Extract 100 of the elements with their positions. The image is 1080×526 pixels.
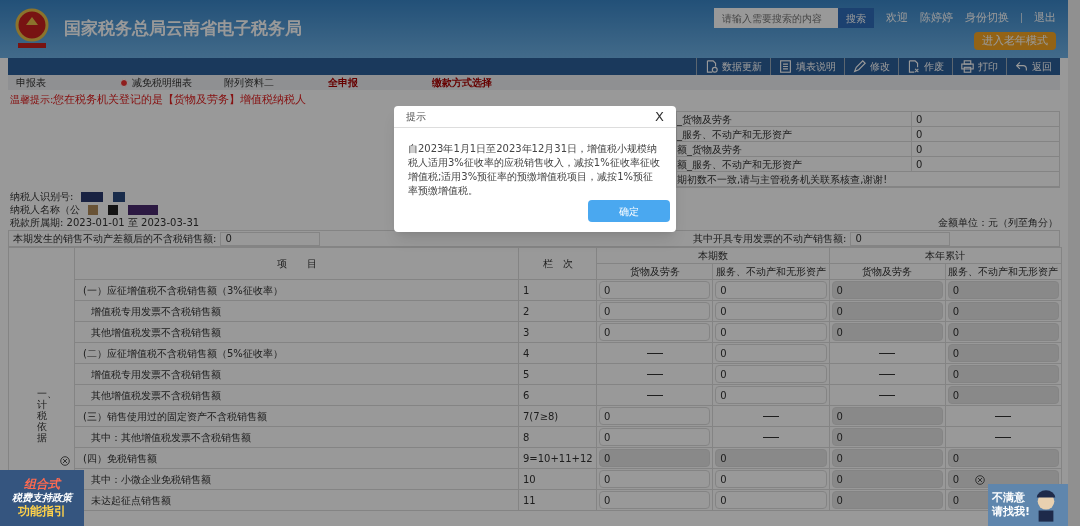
- column-header: 货物及劳务: [596, 263, 713, 280]
- confirm-button[interactable]: 确定: [588, 200, 670, 222]
- back-arrow-icon: [1015, 60, 1028, 73]
- unit-label: 金额单位：元（列至角分）: [938, 217, 1058, 229]
- feedback-widget[interactable]: 不满意 请找我!: [988, 484, 1068, 526]
- column-header: 栏 次: [518, 247, 597, 280]
- item-cell: (三）销售使用过的固定资产不含税销售额: [74, 405, 519, 427]
- amount-field[interactable]: 0: [831, 491, 943, 509]
- item-cell: 增值税专用发票不含税销售额: [74, 300, 519, 322]
- amount-field[interactable]: 0: [715, 281, 827, 299]
- column-header: 本期数: [596, 247, 829, 264]
- amount-field[interactable]: 0: [599, 323, 711, 341]
- amount-field[interactable]: 0: [599, 428, 711, 446]
- notice-text: 温馨提示:您在税务机关登记的是【货物及劳务】增值税纳税人: [10, 93, 308, 107]
- tax-period: 税款所属期: 2023-01-01 至 2023-03-31: [10, 217, 200, 229]
- amount-field[interactable]: 0: [831, 407, 943, 425]
- feedback-text: 不满意: [992, 491, 1026, 505]
- amount-field[interactable]: 0: [599, 281, 711, 299]
- info-value: 0: [911, 157, 1059, 171]
- amount-field[interactable]: 0: [599, 449, 711, 467]
- redacted-id: [81, 192, 126, 202]
- column-header: 服务、不动产和无形资产: [712, 263, 829, 280]
- amount-field[interactable]: 0: [715, 365, 827, 383]
- code-cell: 7(7≥8): [518, 405, 597, 427]
- amount-field[interactable]: 0: [831, 281, 943, 299]
- promo-text: 功能指引: [18, 504, 66, 520]
- dash: [646, 353, 663, 354]
- amount-field[interactable]: 0: [831, 449, 943, 467]
- field-label: 其中开具专用发票的不动产销售额:: [693, 232, 847, 246]
- search-button[interactable]: 搜索: [838, 8, 874, 28]
- header-link[interactable]: 退出: [1034, 9, 1056, 27]
- promo-text: 税费支持政策: [12, 491, 72, 505]
- search-field[interactable]: 请输入需要搜索的内容: [714, 8, 838, 28]
- amount-field[interactable]: 0: [599, 470, 711, 488]
- amount-field[interactable]: 0: [831, 428, 943, 446]
- amount-field[interactable]: 0: [715, 491, 827, 509]
- info-label: 额_服务、不动产和无形资产: [677, 157, 803, 172]
- form-tab[interactable]: 减免税明细表: [112, 75, 216, 90]
- amount-field[interactable]: 0: [947, 323, 1059, 341]
- amount-field[interactable]: 0: [850, 231, 951, 246]
- code-cell: 1: [518, 279, 597, 301]
- close-circle-icon[interactable]: [60, 456, 70, 466]
- dash: [762, 416, 779, 417]
- amount-field[interactable]: 0: [831, 323, 943, 341]
- amount-field[interactable]: 0: [599, 302, 711, 320]
- item-cell: (四）免税销售额: [74, 447, 519, 469]
- amount-field[interactable]: 0: [947, 449, 1059, 467]
- code-cell: 8: [518, 426, 597, 448]
- header-link[interactable]: 身份切换: [965, 9, 1009, 27]
- amount-field[interactable]: 0: [715, 344, 827, 362]
- taxpayer-name-label: 纳税人名称（公: [10, 204, 80, 216]
- amount-field[interactable]: 0: [715, 302, 827, 320]
- amount-field[interactable]: 0: [947, 365, 1059, 383]
- header-link[interactable]: 欢迎: [886, 9, 908, 27]
- dash: [762, 437, 779, 438]
- close-button[interactable]: X: [655, 106, 664, 127]
- amount-field[interactable]: 0: [599, 491, 711, 509]
- amount-field[interactable]: 0: [831, 302, 943, 320]
- column-header: 本年累计: [829, 247, 1062, 264]
- dash: [646, 374, 663, 375]
- pencil-icon: [853, 60, 866, 73]
- item-cell: 增值税专用发票不含税销售额: [74, 363, 519, 385]
- amount-field[interactable]: 0: [947, 344, 1059, 362]
- amount-field[interactable]: 0: [947, 281, 1059, 299]
- info-label: _服务、不动产和无形资产: [677, 127, 793, 142]
- dash: [646, 395, 663, 396]
- close-circle-icon[interactable]: [975, 475, 985, 485]
- amount-field[interactable]: 0: [715, 449, 827, 467]
- promo-banner[interactable]: 组合式 税费支持政策 功能指引: [0, 470, 84, 526]
- amount-field[interactable]: 0: [947, 302, 1059, 320]
- form-tab[interactable]: 全申报: [320, 75, 424, 90]
- code-cell: 9=10+11+12: [518, 447, 597, 469]
- redacted-name: [88, 205, 158, 215]
- site-title: 国家税务总局云南省电子税务局: [64, 17, 302, 41]
- dash: [879, 395, 896, 396]
- form-tab[interactable]: 申报表: [8, 75, 112, 90]
- form-tab[interactable]: 缴款方式选择: [424, 75, 528, 90]
- form-tab[interactable]: 附列资料二: [216, 75, 320, 90]
- amount-field[interactable]: 0: [947, 386, 1059, 404]
- promo-text: 组合式: [24, 476, 60, 492]
- column-header: 项 目: [74, 247, 519, 280]
- amount-field[interactable]: 0: [599, 407, 711, 425]
- print-icon: [961, 60, 974, 73]
- amount-field[interactable]: 0: [715, 470, 827, 488]
- column-header: 服务、不动产和无形资产: [945, 263, 1062, 280]
- amount-field[interactable]: 0: [831, 470, 943, 488]
- dash: [879, 353, 896, 354]
- code-cell: 2: [518, 300, 597, 322]
- item-cell: (二）应征增值税不含税销售额（5%征收率）: [74, 342, 519, 364]
- header-link[interactable]: 陈婷婷: [920, 9, 953, 27]
- item-cell: 其他增值税发票不含税销售额: [74, 384, 519, 406]
- info-value: 0: [911, 127, 1059, 141]
- code-cell: 6: [518, 384, 597, 406]
- code-cell: 4: [518, 342, 597, 364]
- amount-field[interactable]: 0: [715, 323, 827, 341]
- item-cell: 其中：其他增值税发票不含税销售额: [74, 426, 519, 448]
- code-cell: 10: [518, 468, 597, 490]
- amount-field[interactable]: 0: [220, 231, 321, 246]
- amount-field[interactable]: 0: [715, 386, 827, 404]
- code-cell: 11: [518, 489, 597, 511]
